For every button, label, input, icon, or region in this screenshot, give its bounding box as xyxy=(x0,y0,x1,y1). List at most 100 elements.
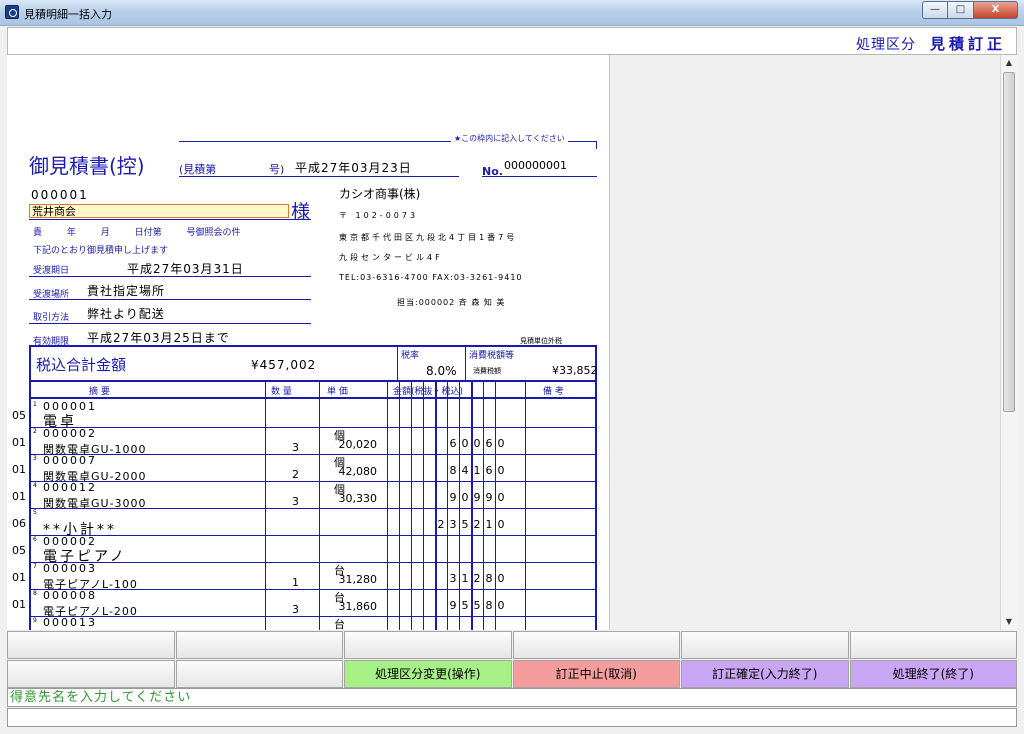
function-keys-bottom: 処理区分変更(操作) 訂正中止(取消) 訂正確定(入力終了) 処理終了(終了) xyxy=(7,660,1017,688)
item-price: 42,080 xyxy=(338,465,378,478)
estimate-ref-suffix: 号) xyxy=(269,163,285,176)
scroll-up-icon[interactable]: ▲ xyxy=(1001,55,1017,71)
fkey-bottom-1[interactable] xyxy=(7,660,175,688)
scroll-down-icon[interactable]: ▼ xyxy=(1001,614,1017,630)
amount-digit: 0 xyxy=(461,491,469,504)
amount-digit: 8 xyxy=(485,572,493,585)
category-code: 05 xyxy=(12,409,26,422)
confirm-correction-button[interactable]: 訂正確定(入力終了) xyxy=(681,660,849,688)
item-price: 31,860 xyxy=(338,600,378,613)
terms-underline xyxy=(29,323,311,324)
fkey-top-1[interactable] xyxy=(7,631,175,659)
table-row[interactable]: 8 000008 電子ピアノL-200 3 台 31,860 9 5 5 8 0 xyxy=(31,589,595,618)
item-code: 000007 xyxy=(43,454,97,467)
table-row[interactable]: 6 000002 電子ピアノ xyxy=(31,535,595,565)
estimate-no-value[interactable]: 000000001 xyxy=(504,159,567,172)
category-code: 06 xyxy=(12,517,26,530)
category-code: 01 xyxy=(12,463,26,476)
amount-digit: 9 xyxy=(449,599,457,612)
amount-digit: 1 xyxy=(485,518,493,531)
mode-label: 処理区分 xyxy=(856,37,916,53)
company-staff: 担当:000002 斉 森 知 美 xyxy=(397,298,506,307)
document-area: ★この枠内に記入してください 御見積書(控) (見積第 号) 平成27年03月2… xyxy=(7,55,1017,630)
table-row[interactable]: 5 **小計** 2 3 5 2 1 0 xyxy=(31,509,595,538)
exit-button[interactable]: 処理終了(終了) xyxy=(849,660,1017,688)
table-row[interactable]: 2 000002 関数電卓GU-1000 3 個 20,020 6 0 0 6 0 xyxy=(31,427,595,456)
amount-digit: 8 xyxy=(485,599,493,612)
customer-code[interactable]: 000001 xyxy=(31,188,89,202)
total-label: 税込合計金額 xyxy=(36,356,127,374)
item-quantity: 3 xyxy=(292,495,299,508)
amount-digit: 4 xyxy=(461,464,469,477)
line-number: 5 xyxy=(33,509,37,516)
estimate-sheet: ★この枠内に記入してください 御見積書(控) (見積第 号) 平成27年03月2… xyxy=(7,55,610,630)
fkey-top-2[interactable] xyxy=(175,631,343,659)
amount-digit: 2 xyxy=(473,572,481,585)
close-button[interactable]: X xyxy=(974,1,1018,19)
totals-divider-2 xyxy=(465,347,466,380)
fkey-top-6[interactable] xyxy=(849,631,1017,659)
category-code: 01 xyxy=(12,490,26,503)
cancel-correction-button[interactable]: 訂正中止(取消) xyxy=(512,660,680,688)
company-tel-fax: TEL:03-6316-4700 FAX:03-3261-9410 xyxy=(339,273,523,282)
window-title: 見積明細一括入力 xyxy=(24,8,112,21)
amount-digit: 8 xyxy=(449,464,457,477)
item-quantity: 3 xyxy=(292,441,299,454)
item-code: 000013 xyxy=(43,616,97,629)
vertical-scrollbar[interactable]: ▲ ▼ xyxy=(1000,55,1017,630)
delivery-date-underline xyxy=(29,276,311,277)
amount-digit: 2 xyxy=(473,518,481,531)
terms-value[interactable]: 弊社より配送 xyxy=(87,305,165,322)
amount-digit: 6 xyxy=(485,437,493,450)
category-code: 01 xyxy=(12,571,26,584)
items-table: 摘 要 数 量 単 価 金額(税抜・税込) 備 考 1 000001 電卓 2 0000… xyxy=(29,382,597,630)
amount-digit: 0 xyxy=(497,491,505,504)
delivery-place[interactable]: 貴社指定場所 xyxy=(87,282,165,299)
estimate-ref-label: (見積第 xyxy=(179,163,217,176)
amount-digit: 0 xyxy=(461,437,469,450)
validity-value[interactable]: 平成27年03月25日まで xyxy=(87,329,230,346)
amount-digit: 0 xyxy=(497,464,505,477)
table-row[interactable]: 3 000007 関数電卓GU-2000 2 個 42,080 8 4 1 6 0 xyxy=(31,454,595,483)
amount-digit: 6 xyxy=(449,437,457,450)
tax-rate-label: 税率 xyxy=(401,351,420,361)
table-row[interactable]: 9 000013 台 xyxy=(31,616,595,630)
line-number: 2 xyxy=(33,428,37,435)
line-number: 3 xyxy=(33,455,37,462)
message-bar-2 xyxy=(7,708,1017,727)
item-price: 20,020 xyxy=(338,438,378,451)
amount-digit: 1 xyxy=(461,572,469,585)
scroll-thumb[interactable] xyxy=(1003,72,1015,412)
amount-digit: 0 xyxy=(497,518,505,531)
change-mode-button[interactable]: 処理区分変更(操作) xyxy=(344,660,512,688)
item-price: 31,280 xyxy=(338,573,378,586)
table-row[interactable]: 1 000001 電卓 xyxy=(31,400,595,430)
minimize-button[interactable]: — xyxy=(922,1,948,19)
guide-tick xyxy=(596,141,597,149)
header-amount: 金額(税抜・税込) xyxy=(393,387,464,397)
item-unit: 台 xyxy=(334,618,345,630)
estimate-date[interactable]: 平成27年03月23日 xyxy=(295,159,412,176)
item-quantity: 3 xyxy=(292,603,299,616)
amount-digit: 0 xyxy=(497,437,505,450)
line-number: 1 xyxy=(33,401,37,408)
fkey-top-4[interactable] xyxy=(512,631,680,659)
table-row[interactable]: 4 000012 関数電卓GU-3000 3 個 30,330 9 0 9 9 0 xyxy=(31,481,595,510)
intro-text: 下記のとおり御見積申し上げます xyxy=(33,246,169,256)
fkey-top-5[interactable] xyxy=(681,631,849,659)
amount-digit: 6 xyxy=(485,464,493,477)
item-quantity: 2 xyxy=(292,468,299,481)
fkey-top-3[interactable] xyxy=(344,631,512,659)
customer-name-input[interactable] xyxy=(29,204,289,218)
delivery-date[interactable]: 平成27年03月31日 xyxy=(127,260,244,277)
company-address-1: 東京都千代田区九段北4丁目1番7号 xyxy=(339,233,518,242)
line-number: 9 xyxy=(33,617,37,624)
maximize-button[interactable]: □ xyxy=(948,1,974,19)
table-row[interactable]: 7 000003 電子ピアノL-100 1 台 31,280 3 1 2 8 0 xyxy=(31,562,595,591)
fkey-bottom-2[interactable] xyxy=(175,660,343,688)
amount-digit: 0 xyxy=(497,572,505,585)
item-quantity: 1 xyxy=(292,576,299,589)
window-controls: — □ X xyxy=(922,1,1018,19)
amount-digit: 9 xyxy=(473,491,481,504)
item-code: 000012 xyxy=(43,481,97,494)
